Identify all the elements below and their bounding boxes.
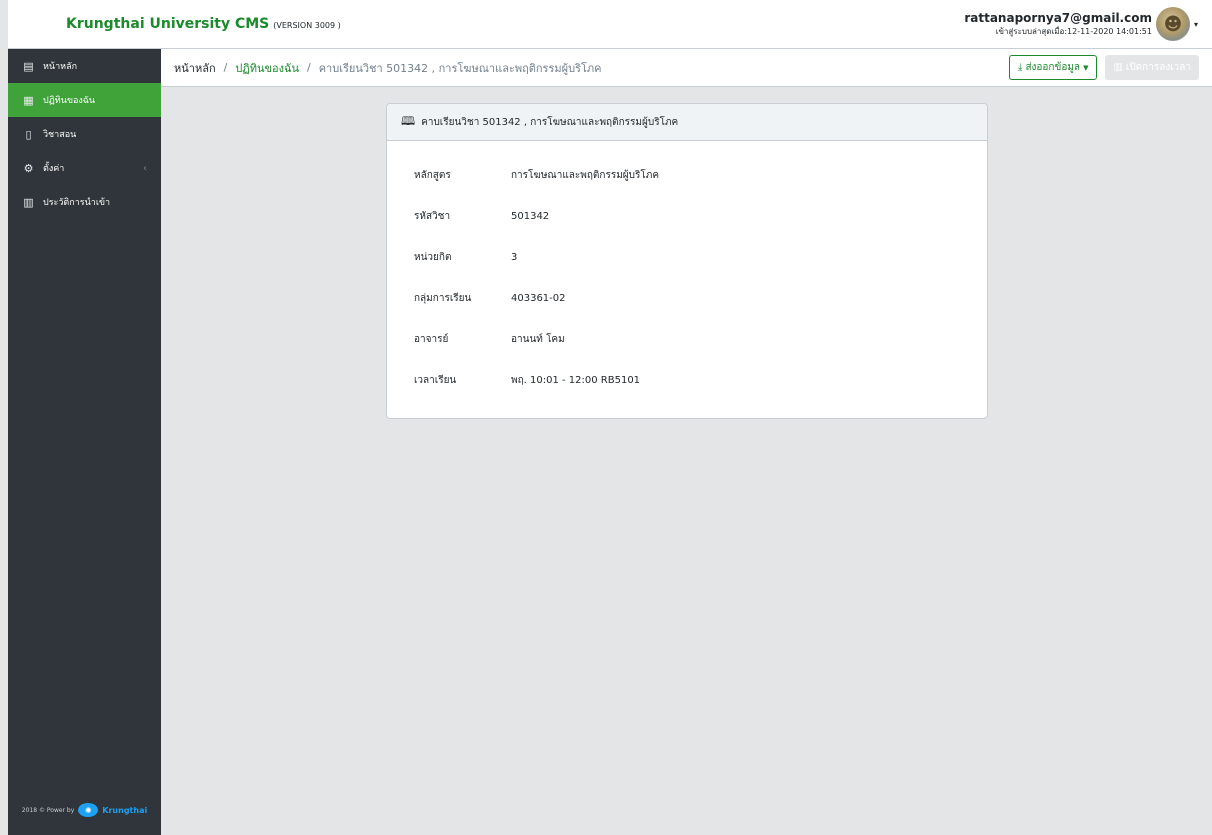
page-actions: ⤓ ส่งออกข้อมูล ▼ ▥ เปิดการลงเวลา: [1009, 55, 1212, 80]
krungthai-logo-icon: ✺: [78, 803, 99, 817]
brand-name[interactable]: Krungthai University CMS: [66, 16, 269, 32]
brand-version: (VERSION 3009 ): [273, 21, 341, 30]
footer-brand: Krungthai: [102, 805, 148, 815]
card-body: หลักสูตร การโฆษณาและพฤติกรรมผู้บริโภค รห…: [387, 141, 987, 401]
sidebar-item-label: ประวัติการนำเข้า: [43, 198, 111, 208]
chevron-left-icon[interactable]: ‹: [143, 163, 147, 174]
info-label: หน่วยกิต: [414, 252, 452, 263]
brand[interactable]: Krungthai University CMS (VERSION 3009 ): [8, 16, 341, 32]
export-label: ส่งออกข้อมูล: [1025, 62, 1081, 73]
top-navbar: Krungthai University CMS (VERSION 3009 )…: [8, 0, 1212, 49]
caret-down-icon: ▼: [1083, 63, 1089, 72]
info-value: อานนท์ โคม: [511, 334, 565, 345]
sidebar-item-my-calendar[interactable]: ▦ ปฏิทินของฉัน: [8, 83, 161, 117]
open-book-icon: 🕮: [401, 113, 416, 128]
breadcrumb-current: คาบเรียนวิชา 501342 , การโฆษณาและพฤติกรร…: [318, 61, 602, 75]
user-info: rattanapornya7@gmail.com เข้าสู่ระบบล่าส…: [964, 10, 1152, 38]
info-label: หลักสูตร: [414, 170, 451, 181]
gear-icon: ⚙: [23, 161, 34, 175]
sidebar: ▤ หน้าหลัก ▦ ปฏิทินของฉัน ▯ วิชาสอน ⚙ ตั…: [8, 49, 161, 835]
book-icon: ▯: [25, 127, 32, 141]
sidebar-footer: 2018 © Power by ✺ Krungthai: [8, 803, 161, 817]
clipboard-icon: ▥: [23, 195, 34, 209]
info-row-instructor: อาจารย์ อานนท์ โคม: [414, 319, 987, 360]
breadcrumb-separator: /: [223, 61, 228, 74]
sidebar-item-label: วิชาสอน: [43, 130, 77, 140]
user-avatar-icon[interactable]: ☻: [1155, 7, 1190, 41]
last-login: เข้าสู่ระบบล่าสุดเมื่อ:12-11-2020 14:01:…: [995, 27, 1152, 36]
breadcrumb-separator: /: [306, 61, 311, 74]
card-header: 🕮 คาบเรียนวิชา 501342 , การโฆษณาและพฤติก…: [387, 104, 987, 141]
download-icon: ⤓: [1018, 62, 1023, 73]
info-row-credits: หน่วยกิต 3: [414, 237, 987, 278]
info-label: รหัสวิชา: [414, 211, 451, 222]
clipboard-icon: ▥: [1113, 62, 1123, 73]
info-value: 501342: [511, 211, 550, 222]
info-row-schedule: เวลาเรียน พฤ. 10:01 - 12:00 RB5101: [414, 360, 987, 401]
info-label: เวลาเรียน: [414, 375, 457, 386]
export-data-button[interactable]: ⤓ ส่งออกข้อมูล ▼: [1009, 55, 1098, 80]
info-row-course-code: รหัสวิชา 501342: [414, 196, 987, 237]
info-value: 403361-02: [511, 293, 566, 304]
home-icon: ▤: [23, 59, 34, 73]
sidebar-item-courses[interactable]: ▯ วิชาสอน: [8, 117, 161, 151]
sidebar-item-home[interactable]: ▤ หน้าหลัก: [8, 49, 161, 83]
open-checkin-button: ▥ เปิดการลงเวลา: [1105, 55, 1199, 80]
info-value: พฤ. 10:01 - 12:00 RB5101: [511, 375, 641, 386]
calendar-icon: ▦: [23, 93, 34, 107]
breadcrumb-home[interactable]: หน้าหลัก: [174, 59, 216, 77]
card-title: คาบเรียนวิชา 501342 , การโฆษณาและพฤติกรร…: [421, 116, 679, 128]
info-label: อาจารย์: [414, 334, 449, 345]
sidebar-item-label: ตั้งค่า: [43, 164, 65, 174]
footer-text: 2018 © Power by: [21, 806, 75, 814]
sidebar-item-label: ปฏิทินของฉัน: [43, 96, 96, 106]
breadcrumb: หน้าหลัก / ปฏิทินของฉัน / คาบเรียนวิชา 5…: [161, 49, 1212, 87]
sidebar-item-import-history[interactable]: ▥ ประวัติการนำเข้า: [8, 185, 161, 219]
user-menu[interactable]: rattanapornya7@gmail.com เข้าสู่ระบบล่าส…: [964, 7, 1212, 41]
class-detail-card: 🕮 คาบเรียนวิชา 501342 , การโฆษณาและพฤติก…: [386, 103, 988, 419]
info-value: การโฆษณาและพฤติกรรมผู้บริโภค: [511, 170, 660, 181]
info-label: กลุ่มการเรียน: [414, 293, 472, 304]
caret-down-icon[interactable]: ▾: [1194, 20, 1198, 29]
sidebar-item-settings[interactable]: ⚙ ตั้งค่า ‹: [8, 151, 161, 185]
checkin-label: เปิดการลงเวลา: [1125, 62, 1191, 73]
info-value: 3: [511, 252, 518, 263]
info-row-program: หลักสูตร การโฆษณาและพฤติกรรมผู้บริโภค: [414, 155, 987, 196]
breadcrumb-my-calendar[interactable]: ปฏิทินของฉัน: [235, 59, 299, 77]
user-email: rattanapornya7@gmail.com: [964, 11, 1152, 25]
info-row-section: กลุ่มการเรียน 403361-02: [414, 278, 987, 319]
sidebar-item-label: หน้าหลัก: [43, 62, 78, 72]
